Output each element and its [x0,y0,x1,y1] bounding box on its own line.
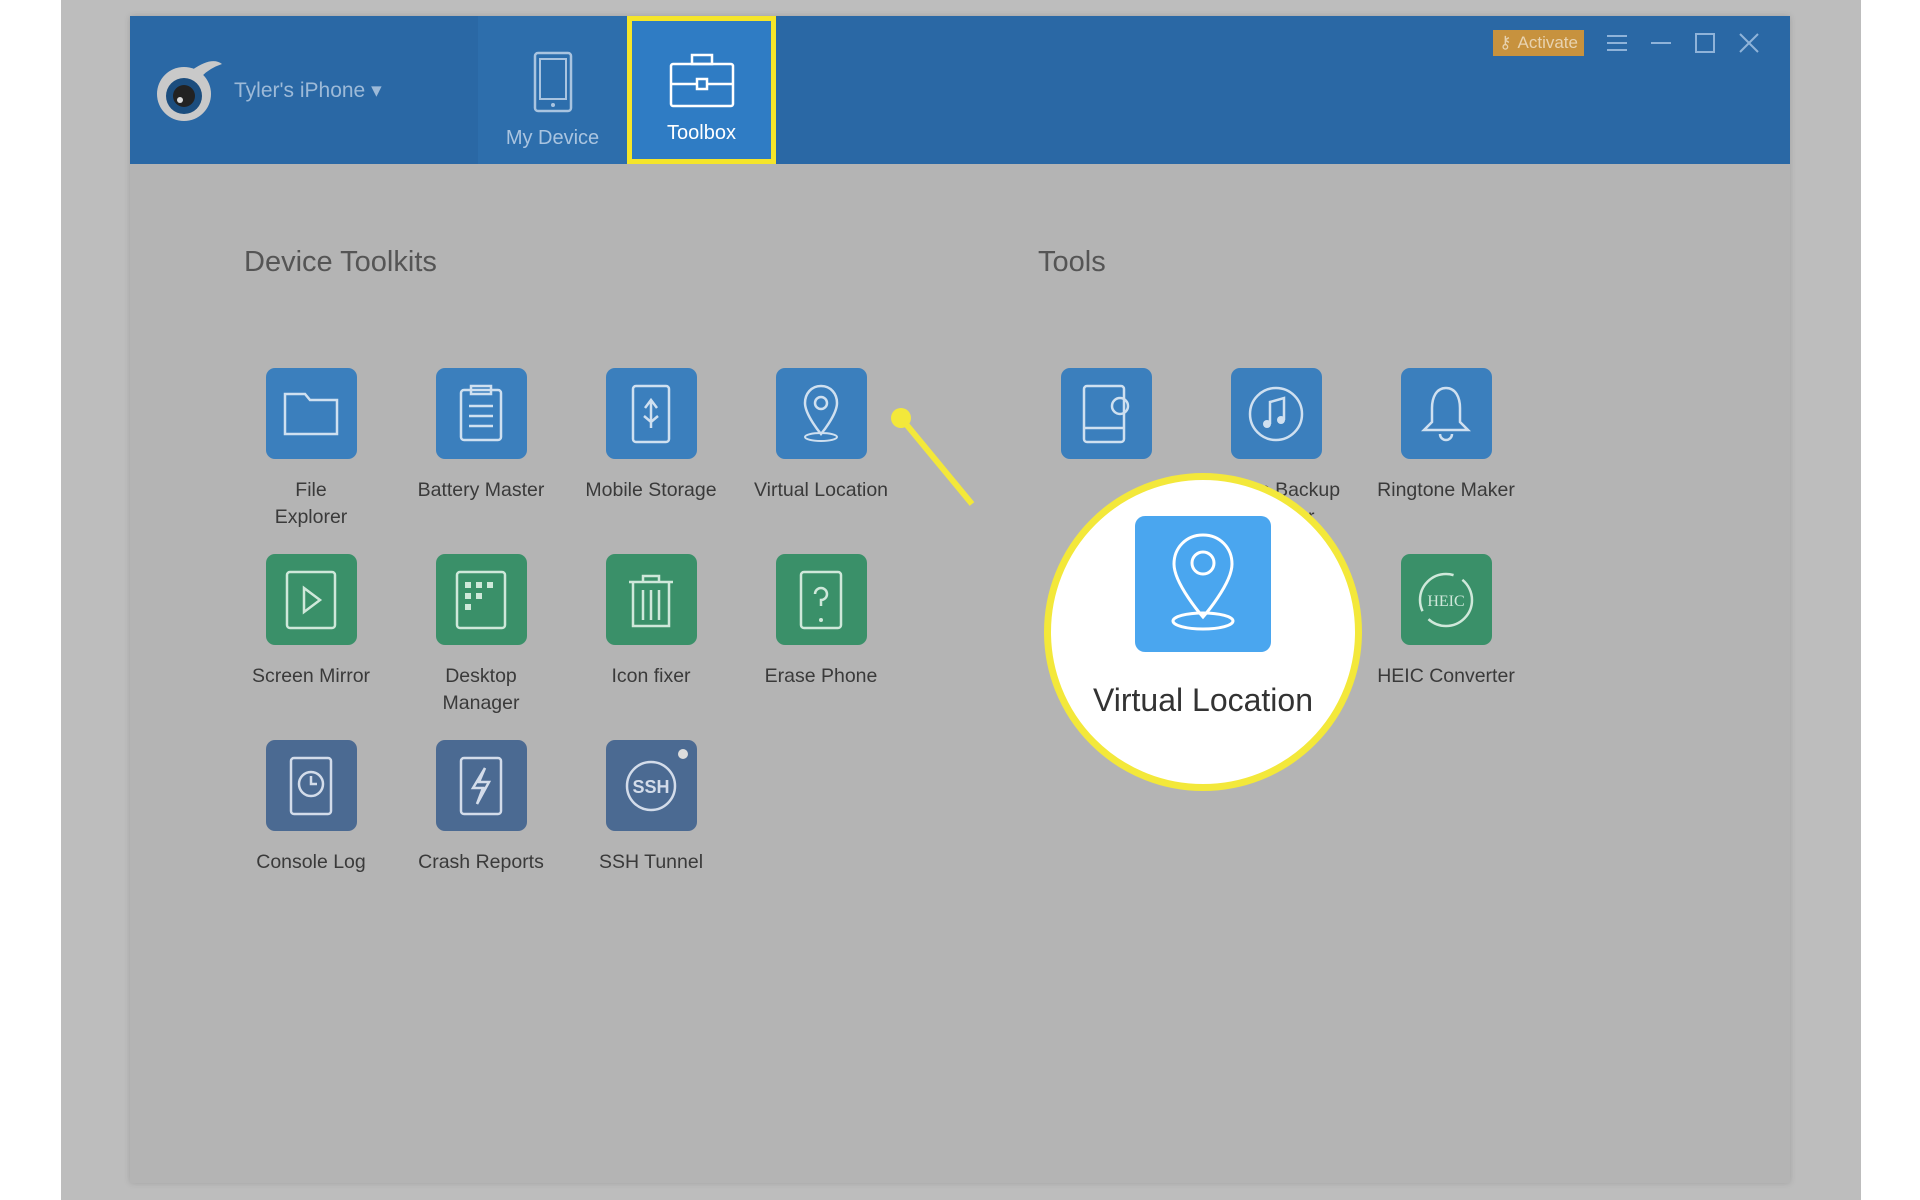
virtual-location-callout[interactable]: Virtual Location [1044,473,1362,791]
app-window: Tyler's iPhone ▾ My Device Toolbox ⚷ Acti… [130,16,1790,1183]
callout-label: Virtual Location [1093,682,1313,718]
location-pin-icon [1135,516,1271,652]
callout-pointer [891,408,975,506]
